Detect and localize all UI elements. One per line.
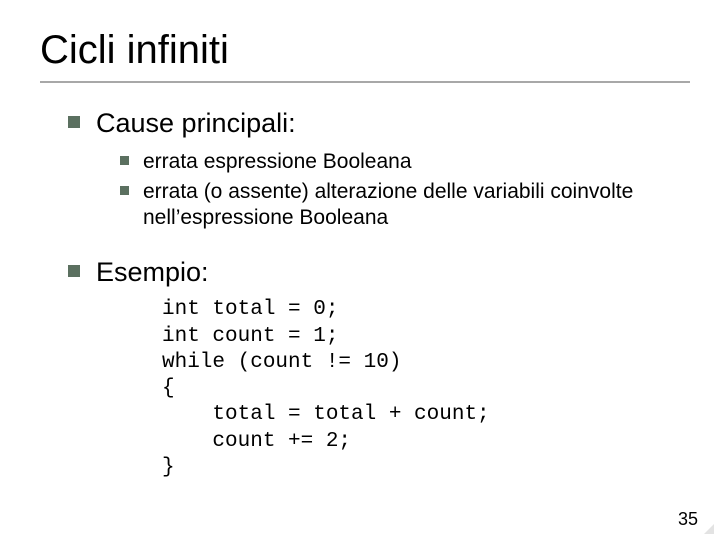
square-bullet-icon: [68, 265, 80, 277]
bullet-text: errata espressione Booleana: [143, 149, 412, 175]
bullet-level2: errata (o assente) alterazione delle var…: [120, 179, 680, 232]
spacer: [50, 236, 680, 248]
bullet-text: Cause principali:: [96, 107, 296, 141]
title-underline: [40, 81, 690, 83]
slide-title: Cicli infiniti: [40, 28, 680, 73]
square-bullet-icon: [68, 116, 80, 128]
page-number: 35: [678, 509, 698, 530]
bullet-text: errata (o assente) alterazione delle var…: [143, 179, 680, 232]
bullet-level1: Cause principali:: [68, 107, 680, 141]
square-bullet-icon: [120, 186, 129, 195]
code-example: int total = 0; int count = 1; while (cou…: [162, 297, 680, 481]
square-bullet-icon: [120, 156, 129, 165]
page-curl-icon: [704, 524, 714, 534]
bullet-text: Esempio:: [96, 256, 209, 290]
bullet-level2: errata espressione Booleana: [120, 149, 680, 175]
bullet-level1: Esempio:: [68, 256, 680, 290]
slide: Cicli infiniti Cause principali: errata …: [0, 0, 720, 540]
